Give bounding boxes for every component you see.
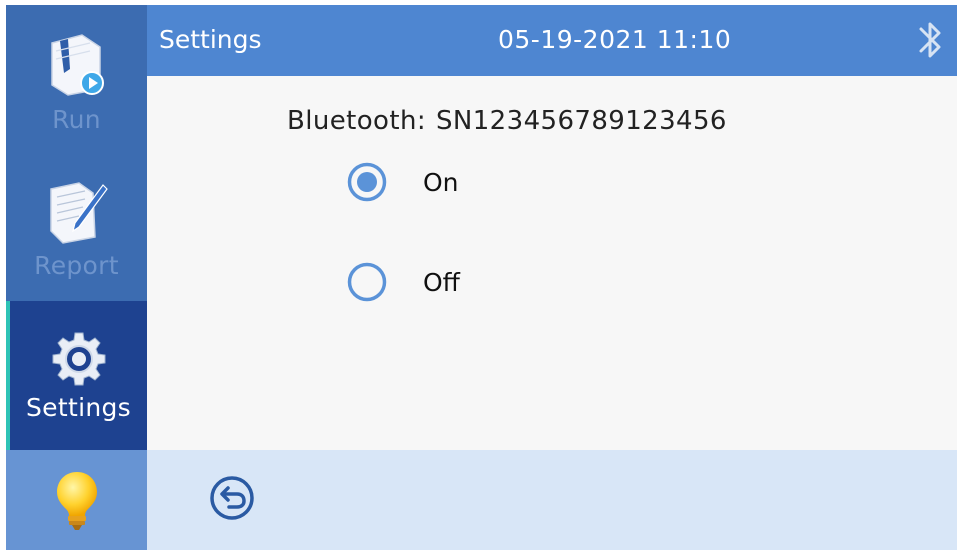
app-window: Run Report Settings Settings 05-19-2021 …: [6, 5, 957, 550]
bluetooth-off-option[interactable]: Off: [347, 262, 460, 302]
header-bar: Settings 05-19-2021 11:10: [147, 5, 957, 76]
run-book-icon: [50, 34, 104, 96]
settings-panel: Bluetooth: SN123456789123456 On Off: [147, 76, 957, 450]
footer-bar: [147, 450, 957, 550]
lightbulb-icon: [56, 472, 97, 530]
sidebar-item-run[interactable]: Run: [6, 5, 147, 151]
sidebar-item-settings[interactable]: Settings: [6, 301, 147, 450]
radio-label: Off: [423, 267, 460, 297]
sidebar-item-label: Report: [34, 251, 119, 280]
datetime: 05-19-2021 11:10: [498, 25, 732, 54]
gear-icon: [52, 332, 105, 386]
radio-selected[interactable]: [347, 162, 387, 202]
radio-label: On: [423, 167, 459, 197]
back-arrow-icon[interactable]: [209, 475, 255, 521]
sidebar-item-report[interactable]: Report: [6, 151, 147, 301]
radio-unselected[interactable]: [347, 262, 387, 302]
page-title: Settings: [159, 25, 262, 54]
bluetooth-icon: [919, 22, 941, 58]
sidebar-item-label: Run: [52, 105, 101, 134]
sidebar: Run Report Settings: [6, 5, 147, 550]
sidebar-item-label: Settings: [26, 393, 131, 422]
report-pen-icon: [49, 182, 108, 244]
sidebar-item-tips[interactable]: [6, 450, 147, 550]
bluetooth-label: Bluetooth:: [287, 106, 426, 136]
bluetooth-on-option[interactable]: On: [347, 162, 459, 202]
bluetooth-info: Bluetooth: SN123456789123456: [287, 106, 727, 136]
bluetooth-serial: SN123456789123456: [435, 106, 727, 136]
